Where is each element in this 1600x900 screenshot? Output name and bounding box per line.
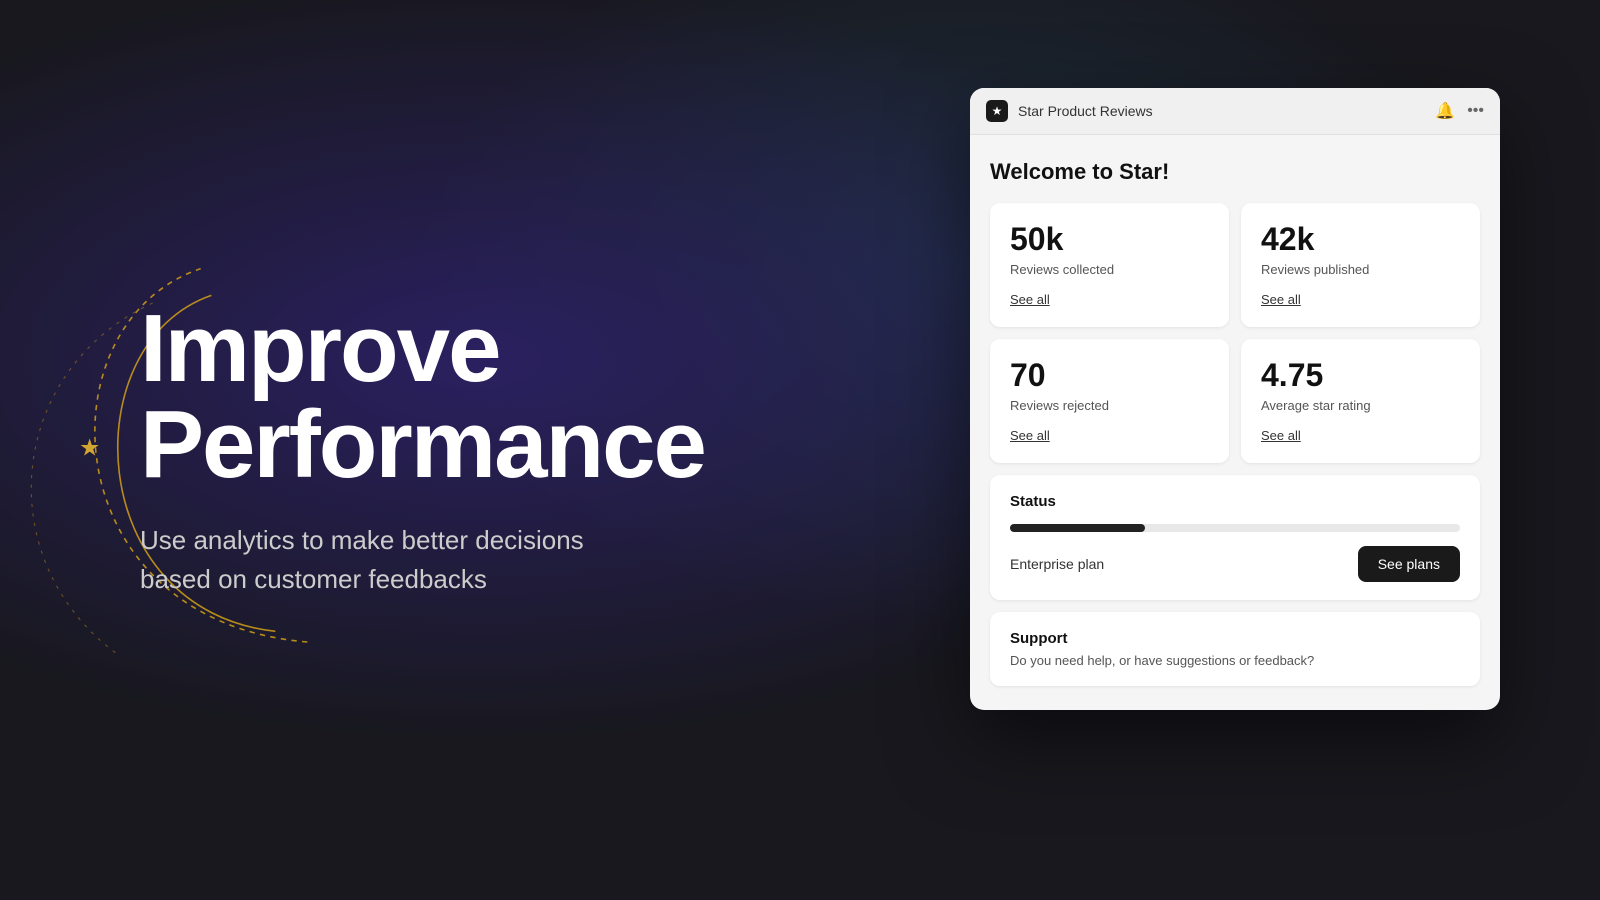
app-window: ★ Star Product Reviews 🔔 ••• Welcome to … [970,88,1500,710]
see-all-collected[interactable]: See all [1010,292,1050,307]
app-icon-star: ★ [992,104,1003,118]
see-all-published[interactable]: See all [1261,292,1301,307]
left-section: Improve Performance Use analytics to mak… [0,0,860,900]
window-titlebar: ★ Star Product Reviews 🔔 ••• [970,88,1500,135]
welcome-heading: Welcome to Star! [990,159,1480,185]
bell-icon[interactable]: 🔔 [1435,101,1455,121]
support-card: Support Do you need help, or have sugges… [990,612,1480,686]
stat-value-published: 42k [1261,221,1460,258]
progress-bar-fill [1010,524,1145,532]
stat-value-collected: 50k [1010,221,1209,258]
hero-title: Improve Performance [140,301,860,493]
see-plans-button[interactable]: See plans [1358,546,1460,582]
status-footer: Enterprise plan See plans [1010,546,1460,582]
support-text: Do you need help, or have suggestions or… [1010,653,1460,668]
stat-card-avg-rating: 4.75 Average star rating See all [1241,339,1480,463]
plan-label: Enterprise plan [1010,556,1104,572]
stat-card-reviews-published: 42k Reviews published See all [1241,203,1480,327]
stats-grid: 50k Reviews collected See all 42k Review… [990,203,1480,463]
see-all-avg-rating[interactable]: See all [1261,428,1301,443]
see-all-rejected[interactable]: See all [1010,428,1050,443]
stat-label-collected: Reviews collected [1010,262,1209,277]
support-title: Support [1010,630,1460,647]
status-title: Status [1010,493,1460,510]
stat-value-rejected: 70 [1010,357,1209,394]
app-icon: ★ [986,100,1008,122]
hero-subtitle: Use analytics to make better decisions b… [140,521,640,599]
window-actions: 🔔 ••• [1435,101,1484,121]
stat-label-rejected: Reviews rejected [1010,398,1209,413]
status-card: Status Enterprise plan See plans [990,475,1480,600]
window-content: Welcome to Star! 50k Reviews collected S… [970,135,1500,710]
window-title: Star Product Reviews [1018,103,1435,119]
more-icon[interactable]: ••• [1467,102,1484,120]
progress-bar-container [1010,524,1460,532]
stat-label-published: Reviews published [1261,262,1460,277]
stat-value-avg-rating: 4.75 [1261,357,1460,394]
stat-card-reviews-collected: 50k Reviews collected See all [990,203,1229,327]
stat-label-avg-rating: Average star rating [1261,398,1460,413]
stat-card-reviews-rejected: 70 Reviews rejected See all [990,339,1229,463]
